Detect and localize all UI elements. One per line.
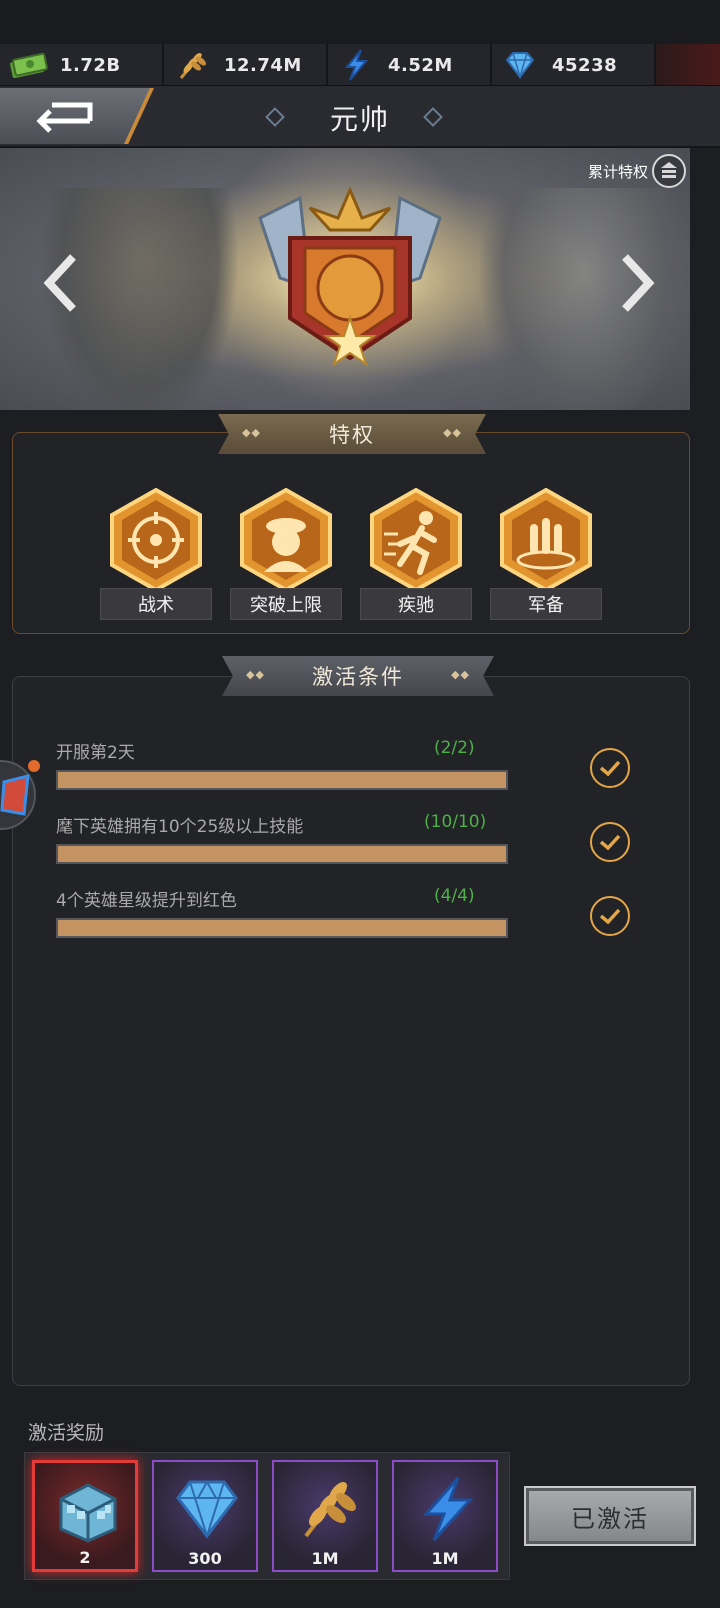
- privileges-title: 特权: [329, 423, 375, 447]
- wheat-icon: [172, 48, 212, 82]
- cumulative-privileges-button[interactable]: 累计特权: [588, 154, 686, 188]
- privilege-item[interactable]: 军备: [490, 488, 602, 620]
- condition-row: 开服第2天 (2/2): [56, 738, 516, 790]
- condition-progress-text: (4/4): [434, 886, 475, 906]
- event-icon: [0, 774, 30, 816]
- currency-wheat[interactable]: 12.74M: [164, 44, 328, 86]
- currency-diamond[interactable]: 45238: [492, 44, 656, 86]
- privilege-label: 疾驰: [360, 588, 472, 620]
- condition-progress-fill: [58, 846, 506, 862]
- page-header: 元帅: [0, 86, 720, 148]
- reward-count: 2: [79, 1548, 91, 1567]
- plate-dots-left: ◆◆: [242, 426, 261, 439]
- privileges-title-plate: ◆◆ 特权 ◆◆: [218, 414, 486, 454]
- currency-bar-end: [656, 44, 720, 85]
- condition-progress-bar: [56, 844, 508, 864]
- chevron-left-icon: [43, 254, 76, 312]
- lightning-icon: [422, 1477, 474, 1542]
- chevron-right-icon: [622, 254, 655, 312]
- conditions-title-plate: ◆◆ 激活条件 ◆◆: [222, 656, 494, 696]
- rewards-title: 激活奖励: [28, 1422, 105, 1444]
- currency-energy[interactable]: 4.52M: [328, 44, 492, 86]
- diamond-icon: [500, 48, 540, 82]
- condition-progress-fill: [58, 772, 506, 788]
- condition-row: 麾下英雄拥有10个25级以上技能 (10/10): [56, 812, 516, 864]
- reward-count: 300: [188, 1549, 222, 1568]
- reward-count: 1M: [431, 1549, 459, 1568]
- condition-progress-bar: [56, 918, 508, 938]
- privilege-item[interactable]: 疾驰: [360, 488, 472, 620]
- reward-item[interactable]: 1M: [392, 1460, 498, 1572]
- condition-row: 4个英雄星级提升到红色 (4/4): [56, 886, 516, 938]
- plate-dots-right: ◆◆: [451, 668, 470, 681]
- page-title: 元帅: [329, 103, 390, 136]
- currency-energy-value: 4.52M: [388, 54, 453, 76]
- condition-progress-fill: [58, 920, 506, 936]
- crate-icon: [59, 1483, 117, 1543]
- diamond-icon: [176, 1479, 238, 1540]
- cumulative-privileges-label: 累计特权: [587, 162, 648, 181]
- currency-wheat-value: 12.74M: [224, 54, 302, 76]
- condition-progress-text: (10/10): [424, 812, 487, 832]
- privilege-label: 战术: [100, 588, 212, 620]
- next-rank-button[interactable]: [612, 248, 662, 318]
- running-icon: [370, 488, 462, 592]
- soldier-icon: [240, 488, 332, 592]
- marshal-medal-icon: [258, 186, 442, 367]
- currency-diamond-value: 45238: [552, 54, 618, 76]
- notification-dot: [28, 760, 40, 772]
- privilege-label: 军备: [490, 588, 602, 620]
- currency-cash[interactable]: 1.72B: [0, 44, 164, 86]
- privilege-item[interactable]: 战术: [100, 488, 212, 620]
- stack-icon: [652, 154, 686, 188]
- reward-count: 1M: [311, 1549, 339, 1568]
- check-icon: [590, 822, 630, 862]
- rank-banner: 累计特权: [0, 148, 690, 410]
- check-icon: [590, 748, 630, 788]
- condition-progress-text: (2/2): [434, 738, 475, 758]
- wheat-icon: [304, 1482, 356, 1538]
- plate-dots-right: ◆◆: [443, 426, 462, 439]
- reward-item[interactable]: 2: [32, 1460, 138, 1572]
- activated-button[interactable]: 已激活: [524, 1486, 696, 1546]
- conditions-title: 激活条件: [312, 665, 404, 689]
- crosshair-icon: [110, 488, 202, 592]
- prev-rank-button[interactable]: [36, 248, 86, 318]
- lightning-icon: [336, 48, 376, 82]
- ammo-icon: [500, 488, 592, 592]
- privilege-label: 突破上限: [230, 588, 342, 620]
- cash-icon: [8, 48, 48, 82]
- reward-item[interactable]: 300: [152, 1460, 258, 1572]
- currency-cash-value: 1.72B: [60, 54, 121, 76]
- privilege-item[interactable]: 突破上限: [230, 488, 342, 620]
- check-icon: [590, 896, 630, 936]
- status-bar: [0, 0, 720, 44]
- plate-dots-left: ◆◆: [246, 668, 265, 681]
- currency-bar: 1.72B 12.74M 4.52M 45238: [0, 44, 720, 86]
- condition-progress-bar: [56, 770, 508, 790]
- reward-item[interactable]: 1M: [272, 1460, 378, 1572]
